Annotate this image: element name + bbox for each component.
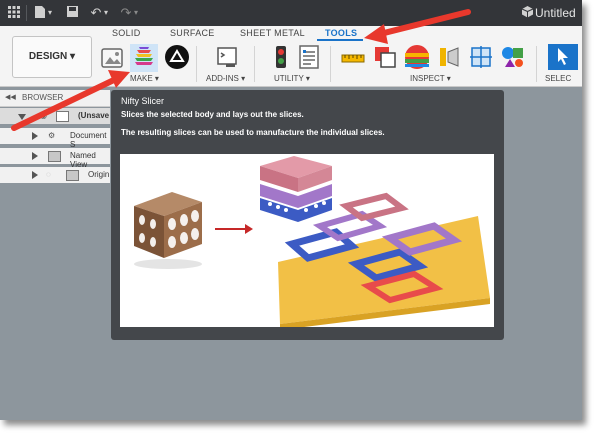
measure-icon[interactable] [340,44,366,70]
divider [254,46,255,82]
tree-row-origin[interactable]: ◌ Origin [0,167,110,183]
divider [330,46,331,82]
tooltip-illustration [120,154,494,327]
visibility-hidden-icon[interactable]: ◌ [46,170,51,179]
chevron-down-icon[interactable]: ▾ [102,5,110,21]
browser-title: BROWSER [22,93,64,102]
interference-icon[interactable] [372,44,398,70]
stacked-slices-icon [260,156,332,222]
visibility-eye-icon[interactable]: ◉ [40,111,47,120]
divider [196,46,197,82]
tree-row-document-settings[interactable]: ⚙ Document S [0,128,110,149]
expand-icon[interactable] [32,152,38,160]
scripts-addins-icon[interactable] [214,44,240,70]
tooltip-detail: The resulting slices can be used to manu… [121,128,385,137]
select-icon[interactable] [548,44,578,70]
group-label-utility[interactable]: UTILITY ▾ [274,74,310,83]
group-label-select[interactable]: SELEC [545,74,571,83]
tooltip-title: Nifty Slicer [121,96,165,106]
slicer-illustration [120,154,494,327]
document-icon [56,111,69,122]
browser-panel-header[interactable]: ◀◀ BROWSER [0,90,110,107]
folder-icon [48,151,61,162]
3d-print-icon[interactable] [100,44,126,70]
gear-icon: ⚙ [48,131,56,140]
document-cube-icon [519,5,535,21]
tree-label-root: (Unsave [78,111,110,120]
chevron-down-icon[interactable]: ▾ [46,5,54,21]
tab-solid[interactable]: SOLID [112,28,141,38]
expand-icon[interactable] [18,114,26,120]
tree-row-named-views[interactable]: Named View [0,148,110,169]
component-color-icon[interactable] [500,44,526,70]
tab-sheet-metal[interactable]: SHEET METAL [240,28,305,38]
tool-tooltip: Nifty Slicer Slices the selected body an… [111,90,504,340]
collapse-icon[interactable]: ◀◀ [5,93,16,101]
zebra-analysis-icon[interactable] [404,44,430,70]
save-icon[interactable] [64,5,80,21]
app-grid-icon[interactable] [6,5,22,21]
divider [536,46,537,82]
tab-tools[interactable]: TOOLS [325,28,357,38]
nifty-slicer-icon[interactable] [130,44,158,72]
tree-row-root[interactable]: ◉ (Unsave [0,108,110,124]
workspace-switcher-button[interactable]: DESIGN ▾ [12,36,92,78]
chevron-down-icon[interactable]: ▾ [132,5,140,21]
tab-surface[interactable]: SURFACE [170,28,215,38]
group-label-inspect[interactable]: INSPECT ▾ [410,74,451,83]
parameters-icon[interactable] [296,44,322,70]
active-tab-indicator [317,39,363,41]
draft-analysis-icon[interactable] [436,44,462,70]
group-label-make[interactable]: MAKE ▾ [130,74,159,83]
group-label-addins[interactable]: ADD-INS ▾ [206,74,245,83]
folder-icon [66,170,79,181]
document-title: Untitled [535,6,576,20]
divider [26,5,27,21]
app-window: ▾ ↶ ▾ ↷ ▾ Untitled DESIGN ▾ SOLID SURFAC… [0,0,582,420]
title-bar: ▾ ↶ ▾ ↷ ▾ Untitled [0,0,582,26]
toolbar-ribbon: DESIGN ▾ SOLID SURFACE SHEET METAL TOOLS… [0,26,582,87]
compute-all-icon[interactable] [268,44,294,70]
tree-label-origin: Origin [88,170,110,179]
expand-icon[interactable] [32,171,38,179]
tree-label-document-settings: Document S [70,131,107,149]
tooltip-description: Slices the selected body and lays out th… [121,110,304,119]
section-analysis-icon[interactable] [468,44,494,70]
expand-icon[interactable] [32,132,38,140]
triangle-icon[interactable] [164,44,190,70]
